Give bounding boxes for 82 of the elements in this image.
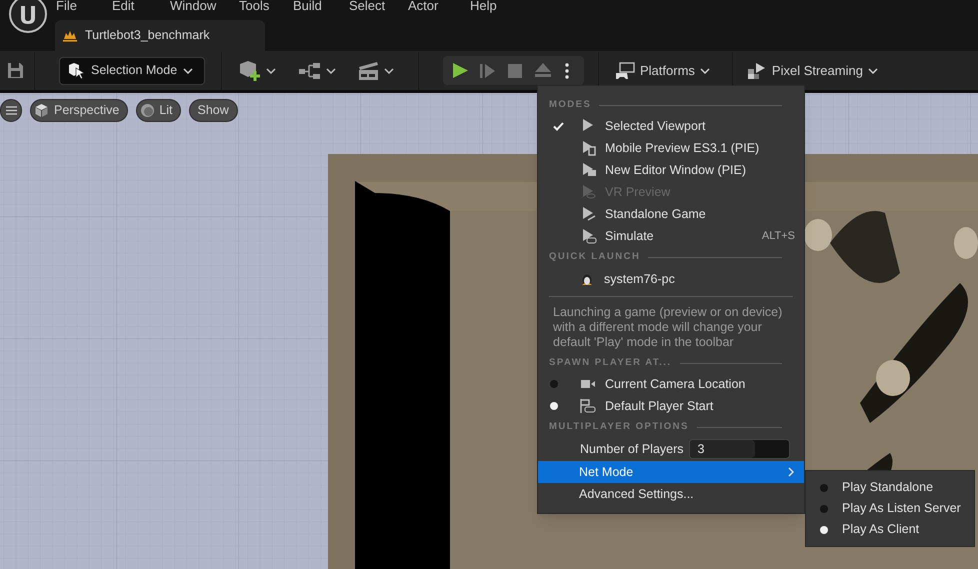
node-graph-icon <box>298 62 322 80</box>
menu-item[interactable]: Play As Client <box>806 519 974 540</box>
submenu-item[interactable]: Net Mode <box>538 461 804 483</box>
chevron-down-icon <box>326 68 336 74</box>
blueprint-button[interactable] <box>298 62 336 80</box>
stop-icon[interactable] <box>508 64 522 78</box>
tab-title: Turtlebot3_benchmark <box>85 27 210 44</box>
menu-item[interactable]: Actor <box>408 0 470 16</box>
menu-item[interactable]: system76-pc <box>538 267 804 291</box>
menu-item[interactable]: Build <box>293 0 349 16</box>
hint-text: Launching a game (preview or on device) with a different mode will change your default 'Play' mode in the toolbar <box>552 304 784 351</box>
save-icon[interactable] <box>7 62 24 79</box>
platforms-dropdown[interactable]: Platforms <box>615 60 710 80</box>
cube-plus-icon <box>238 60 262 82</box>
more-options-icon[interactable] <box>565 62 569 78</box>
flag-gamepad-icon <box>580 399 596 413</box>
section-header: SPAWN PLAYER AT... <box>549 356 672 370</box>
show-button[interactable]: Show <box>188 99 238 122</box>
pixel-streaming-icon <box>746 62 767 80</box>
eject-icon[interactable] <box>535 63 551 78</box>
radio-button[interactable] <box>550 402 558 410</box>
cube-icon <box>34 103 49 118</box>
cylinder-top <box>804 219 832 251</box>
menu-item[interactable]: Select <box>349 0 408 16</box>
cylinder-top <box>876 360 910 396</box>
chevron-right-icon <box>788 467 794 477</box>
section-header: MODES <box>549 98 592 112</box>
chevron-down-icon <box>183 68 194 74</box>
menu-item[interactable]: Window <box>170 0 239 16</box>
menu-item[interactable]: Play Standalone <box>806 477 974 498</box>
field-label: Number of Players <box>580 440 684 458</box>
clapperboard-icon <box>358 60 380 80</box>
chevron-down-icon <box>266 68 276 74</box>
radio-button[interactable] <box>820 504 828 512</box>
section-header: MULTIPLAYER OPTIONS <box>549 420 689 434</box>
section-header: QUICK LAUNCH <box>549 250 640 264</box>
menu-item[interactable]: Help <box>470 0 510 16</box>
pixel-streaming-dropdown[interactable]: Pixel Streaming <box>746 60 878 80</box>
sphere-icon <box>140 103 156 118</box>
menu-item[interactable]: File <box>56 0 112 16</box>
selection-mode-dropdown[interactable]: Selection Mode <box>59 56 205 84</box>
document-tab[interactable]: Turtlebot3_benchmark <box>55 20 265 51</box>
menu-item[interactable]: Standalone Game <box>538 203 804 225</box>
hamburger-menu-icon <box>6 106 16 115</box>
checkmark-icon <box>553 122 564 130</box>
penguin-icon <box>581 272 593 286</box>
menu-item[interactable]: Default Player Start <box>538 395 804 417</box>
cursor-cube-icon <box>68 62 85 79</box>
cylinder-top <box>954 227 978 259</box>
menu-item[interactable]: Selected Viewport <box>538 115 804 137</box>
lit-button[interactable]: Lit <box>136 99 181 122</box>
menu-item[interactable]: New Editor Window (PIE) <box>538 159 804 181</box>
number-of-players-field[interactable]: 3 <box>688 439 790 459</box>
play-mode-icon <box>581 228 597 244</box>
menu-item[interactable]: Current Camera Location <box>538 373 804 395</box>
radio-button[interactable] <box>820 484 828 492</box>
menu-item[interactable]: Advanced Settings... <box>538 483 804 505</box>
play-mode-icon <box>581 140 597 156</box>
level-icon <box>63 30 77 42</box>
menu-item[interactable]: Play As Listen Server <box>806 498 974 519</box>
chevron-down-icon <box>868 68 878 74</box>
play-mode-icon <box>581 184 597 200</box>
engine-logo-icon[interactable] <box>8 0 48 34</box>
field-value: 3 <box>696 440 704 458</box>
radio-button[interactable] <box>820 526 828 534</box>
cinematics-button[interactable] <box>358 60 394 80</box>
menu-item[interactable]: Mobile Preview ES3.1 (PIE) <box>538 137 804 159</box>
add-actor-button[interactable] <box>238 60 276 82</box>
menu-item[interactable]: Edit <box>112 0 170 16</box>
menu-item[interactable]: Simulate ALT+S <box>538 225 804 247</box>
step-forward-icon[interactable] <box>480 62 496 78</box>
perspective-button[interactable]: Perspective <box>30 99 128 122</box>
video-camera-icon <box>580 378 596 390</box>
play-mode-icon <box>581 206 597 222</box>
menu-item[interactable]: Tools <box>239 0 293 16</box>
play-icon[interactable] <box>452 62 469 79</box>
radio-button[interactable] <box>550 380 558 388</box>
play-mode-icon <box>581 162 597 178</box>
chevron-down-icon <box>700 68 710 74</box>
gamepad-monitor-icon <box>615 62 635 80</box>
shortcut-label: ALT+S <box>762 228 795 244</box>
chevron-down-icon <box>384 68 394 74</box>
